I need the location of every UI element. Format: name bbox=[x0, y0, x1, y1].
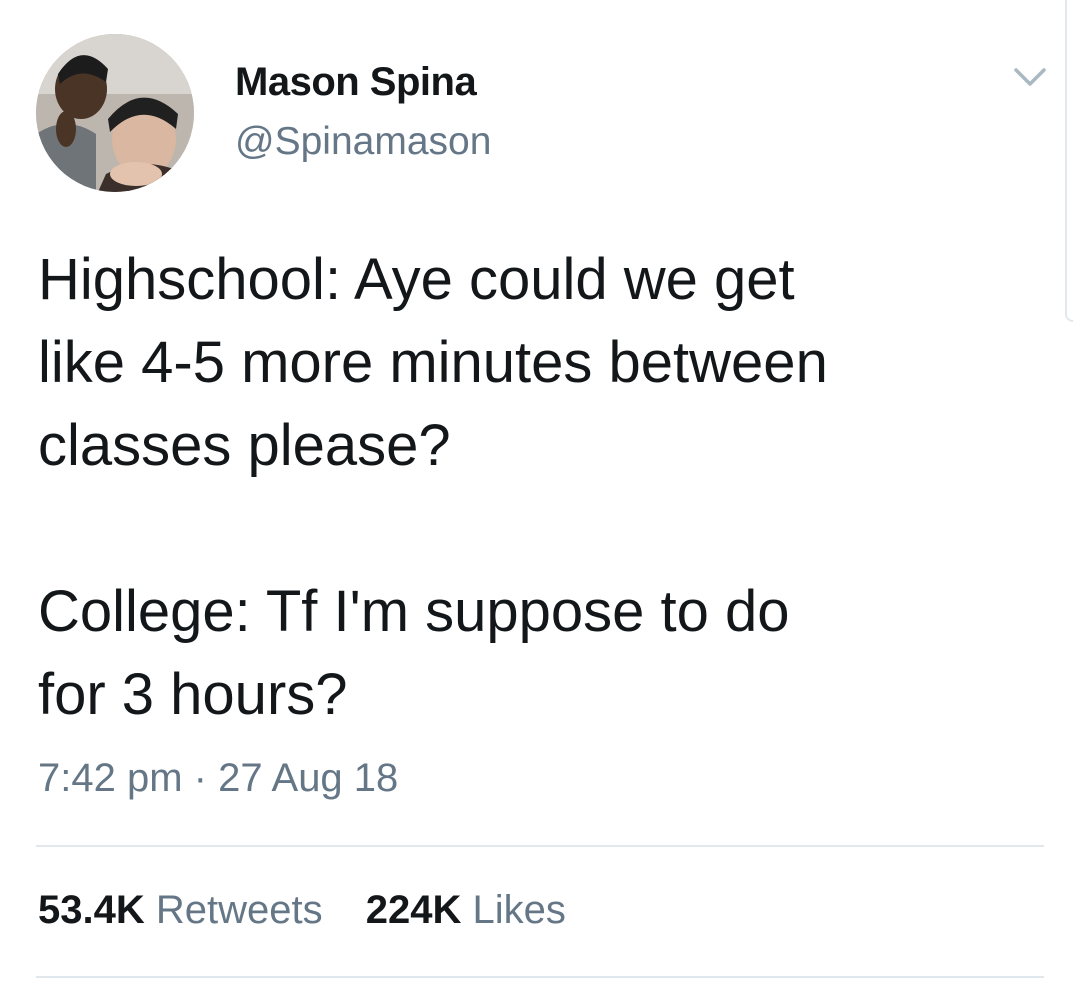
profile-photo bbox=[36, 34, 194, 192]
tweet-time: 7:42 pm bbox=[38, 756, 183, 800]
retweets-count: 53.4K bbox=[38, 888, 145, 932]
tweet-date: 27 Aug 18 bbox=[218, 756, 399, 800]
retweets-stat[interactable]: 53.4K Retweets bbox=[38, 888, 323, 933]
display-name[interactable]: Mason Spina bbox=[235, 60, 477, 105]
divider bbox=[36, 845, 1044, 847]
tweet-line: College: Tf I'm suppose to do bbox=[38, 579, 790, 644]
tweet-line: Highschool: Aye could we get bbox=[38, 247, 795, 312]
tweet-line: classes please? bbox=[38, 413, 451, 478]
scrollbar[interactable] bbox=[1065, 0, 1073, 322]
tweet-line: like 4-5 more minutes between bbox=[38, 330, 828, 395]
avatar[interactable] bbox=[36, 34, 194, 192]
likes-stat[interactable]: 224K Likes bbox=[366, 888, 566, 933]
tweet-line: for 3 hours? bbox=[38, 662, 348, 727]
timestamp-separator: · bbox=[193, 756, 207, 800]
divider bbox=[36, 976, 1044, 978]
user-handle[interactable]: @Spinamason bbox=[235, 120, 491, 164]
tweet-stats: 53.4K Retweets 224K Likes bbox=[38, 888, 598, 933]
tweet-text: Highschool: Aye could we get like 4-5 mo… bbox=[38, 238, 1038, 736]
retweets-label: Retweets bbox=[155, 888, 323, 932]
chevron-down-icon[interactable] bbox=[1010, 56, 1050, 96]
likes-count: 224K bbox=[365, 888, 462, 932]
likes-label: Likes bbox=[472, 888, 566, 932]
tweet-timestamp[interactable]: 7:42 pm · 27 Aug 18 bbox=[38, 756, 398, 801]
